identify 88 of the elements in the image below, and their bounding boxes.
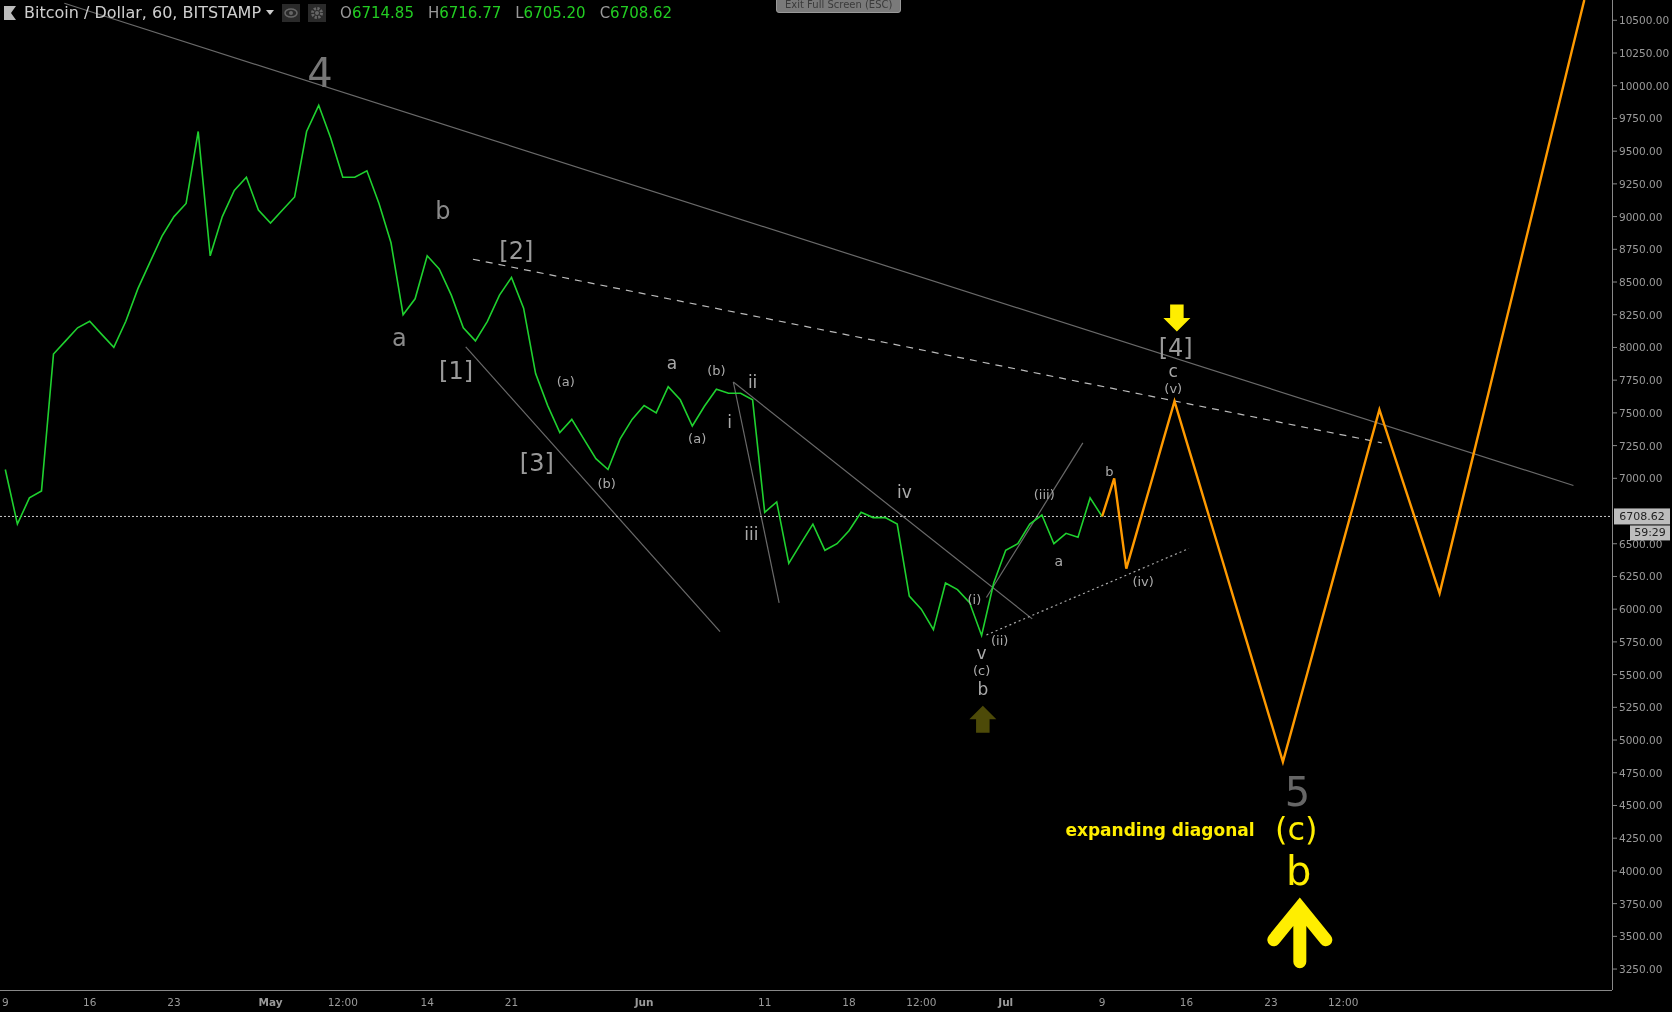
settings-icon[interactable] <box>308 3 327 22</box>
wave-label: [1] <box>439 357 474 386</box>
axis-label: 4250.00 <box>1619 832 1663 845</box>
ohlc-value: H6716.77 <box>427 3 502 22</box>
axis-label: 16 <box>1179 996 1194 1008</box>
eye-icon[interactable] <box>282 3 301 22</box>
wave-label: b <box>1105 464 1114 480</box>
axis-label: 4750.00 <box>1619 766 1663 779</box>
axis-label: 9000.00 <box>1619 210 1663 223</box>
caption-text: expanding diagonal <box>1065 820 1255 841</box>
axis-label: 5500.00 <box>1619 668 1663 681</box>
axis-label: 10000.00 <box>1619 79 1670 92</box>
wave-label: (iv) <box>1132 574 1154 590</box>
axis-label: 11 <box>757 996 772 1008</box>
wave-label: (b) <box>707 362 726 378</box>
wave-label: [2] <box>499 236 534 265</box>
axis-label: 8750.00 <box>1619 243 1663 256</box>
wave-label: c <box>1168 361 1178 382</box>
wave-label: (a) <box>556 374 575 390</box>
axis-label: 3750.00 <box>1619 897 1663 910</box>
wave-label: ii <box>747 372 758 392</box>
axis-label: 16 <box>83 996 97 1008</box>
axis-label: 23 <box>1264 996 1278 1008</box>
axis-label: 5250.00 <box>1619 701 1663 714</box>
axis-label: 8500.00 <box>1619 276 1663 288</box>
axis-label: May <box>258 996 283 1008</box>
price-tag: 6708.62 <box>1614 508 1670 525</box>
axis-label: 6000.00 <box>1619 603 1663 616</box>
ohlc-value: O6714.85 <box>340 3 414 22</box>
wave-label: i <box>727 411 733 432</box>
axis-label: 3500.00 <box>1619 930 1663 943</box>
wave-label: b <box>977 679 989 700</box>
axis-label: 9750.00 <box>1619 112 1663 125</box>
axis-label: 12:00 <box>327 996 358 1008</box>
flag-icon <box>4 5 16 20</box>
axis-label: 21 <box>504 996 519 1008</box>
wave-label: v <box>976 643 987 663</box>
wave-label: [3] <box>519 449 554 478</box>
wave-label: iv <box>897 481 912 502</box>
wave-label: (a) <box>688 431 707 447</box>
axis-label: Jul <box>998 996 1014 1008</box>
axis-label: 12:00 <box>906 996 937 1008</box>
arrow-up-icon <box>1267 897 1333 969</box>
wave-label: (i) <box>967 592 982 608</box>
wave-label: (iii) <box>1033 486 1055 502</box>
axis-label: 8000.00 <box>1619 341 1663 354</box>
axis-label: 9 <box>1 996 9 1008</box>
axis-label: 5000.00 <box>1619 734 1663 747</box>
axis-label: Jun <box>634 996 654 1008</box>
axis-label: 6250.00 <box>1619 570 1663 583</box>
caret-icon <box>266 10 275 15</box>
axis-label: 10250.00 <box>1619 47 1670 59</box>
axis-label: 4500.00 <box>1619 799 1663 812</box>
axis-label: 12:00 <box>1328 996 1359 1008</box>
axis-label: 7000.00 <box>1619 472 1663 485</box>
ref-line-label: 6708.62 <box>1619 509 1665 523</box>
wave-label: a <box>392 324 407 353</box>
wave-label: iii <box>744 523 759 544</box>
wave-label: (b) <box>597 475 616 491</box>
wave-label: a <box>1054 553 1064 570</box>
arrow-up-icon <box>969 705 997 733</box>
axis-label: 14 <box>420 996 434 1008</box>
ohlc-value: C6708.62 <box>599 3 673 22</box>
wave-label: b <box>1285 847 1312 894</box>
axis-label: 7750.00 <box>1619 374 1663 387</box>
arrow-down-icon <box>1163 304 1191 332</box>
axis-label: 8250.00 <box>1619 308 1663 321</box>
axis-label: 9500.00 <box>1619 145 1663 158</box>
axis-label: 18 <box>842 996 856 1008</box>
wave-label: (v) <box>1164 380 1183 396</box>
wave-label: b <box>435 197 451 226</box>
wave-label: (c) <box>972 662 991 678</box>
symbol-selector[interactable]: Bitcoin / Dollar, 60, BITSTAMP <box>24 3 275 22</box>
wave-label: 4 <box>307 49 333 96</box>
axis-label: 3250.00 <box>1619 963 1663 976</box>
axis-label: 23 <box>167 996 181 1008</box>
axis-label: 9250.00 <box>1619 177 1663 190</box>
axis-label: 7250.00 <box>1619 439 1663 452</box>
axis-label: 10500.00 <box>1619 14 1670 27</box>
axis-label: 4000.00 <box>1619 864 1663 877</box>
wave-label: [4] <box>1158 333 1193 362</box>
wave-label: (ii) <box>991 632 1009 648</box>
countdown-tag: 59:29 <box>1630 525 1670 541</box>
axis-label: 7500.00 <box>1619 406 1663 419</box>
axis-label: 5750.00 <box>1619 635 1663 648</box>
wave-label: a <box>666 352 678 373</box>
ohlc-value: L6705.20 <box>515 3 586 22</box>
axis-label: 9 <box>1098 996 1106 1008</box>
